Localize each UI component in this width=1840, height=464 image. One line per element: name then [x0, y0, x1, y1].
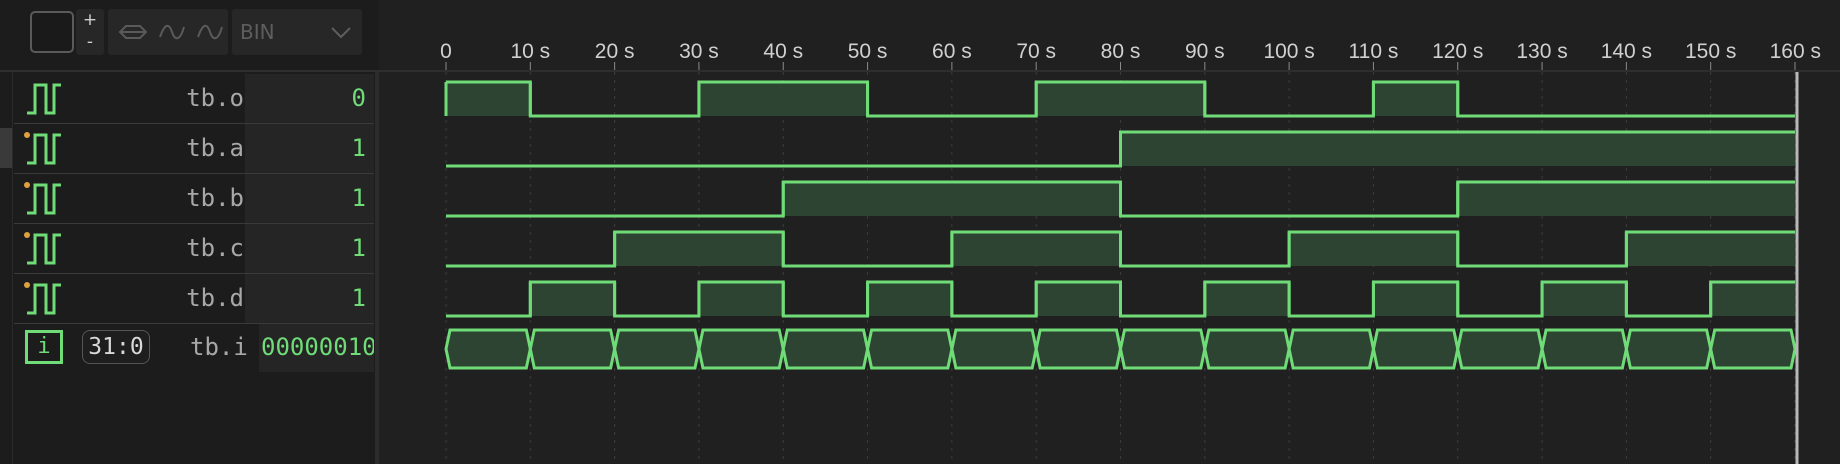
wave-high-fill: [446, 82, 531, 116]
tick-label: 90 s: [1185, 40, 1225, 63]
tick-label: 20 s: [595, 40, 635, 63]
wave-high-fill: [1626, 232, 1795, 266]
bus-segment: [781, 328, 870, 370]
tick-label: 10 s: [510, 40, 550, 63]
tick-label: 140 s: [1601, 40, 1652, 63]
tick-label: 100 s: [1263, 40, 1314, 63]
tick-label: 30 s: [679, 40, 719, 63]
bus-segment: [1287, 328, 1375, 370]
tick-label: 0: [440, 40, 452, 63]
bus-segment: [444, 328, 532, 370]
bus-segment: [1456, 328, 1544, 370]
bus-segment: [1540, 328, 1628, 370]
wave-high-fill: [783, 182, 1121, 216]
wave-high-fill: [698, 82, 868, 116]
tick-label: 150 s: [1685, 40, 1736, 63]
waveform-canvas[interactable]: 0 10 s 20 s 30 s 40 s 50 s 60 s 70 s 80 s 90 s 100…: [0, 0, 1840, 464]
wave-high-fill: [1289, 232, 1458, 266]
tick-label: 40 s: [763, 40, 803, 63]
wave-high-fill: [1120, 132, 1795, 166]
tick-label: 120 s: [1432, 40, 1483, 63]
bus-segment: [613, 328, 701, 370]
wave-high-fill: [1457, 182, 1795, 216]
tick-label: 160 s: [1770, 40, 1821, 63]
bus-segment: [1709, 328, 1797, 370]
wave-high-fill: [698, 282, 784, 316]
wave-high-fill: [614, 232, 784, 266]
bus-segment: [697, 328, 785, 370]
bus-segment: [950, 328, 1038, 370]
bus-segment: [866, 328, 954, 370]
wave-high-fill: [530, 282, 615, 316]
tick-label: 70 s: [1016, 40, 1056, 63]
wave-high-fill: [1373, 282, 1458, 316]
tick-label: 60 s: [932, 40, 972, 63]
wave-high-fill: [1036, 82, 1205, 116]
wave-high-fill: [867, 282, 952, 316]
tick-label: 50 s: [848, 40, 888, 63]
tick-label: 80 s: [1101, 40, 1141, 63]
tick-label: 110 s: [1349, 40, 1399, 63]
wave-high-fill: [1373, 82, 1458, 116]
bus-segment: [1624, 328, 1713, 370]
bus-segment: [1118, 328, 1207, 370]
bus-segment: [528, 328, 617, 370]
wave-high-fill: [1204, 282, 1290, 316]
wave-high-fill: [1542, 282, 1627, 316]
bus-segment: [1203, 328, 1291, 370]
wave-high-fill: [1710, 282, 1795, 316]
tick-label: 130 s: [1516, 40, 1567, 63]
bus-segment: [1371, 328, 1460, 370]
wave-high-fill: [1036, 282, 1121, 316]
wave-high-fill: [951, 232, 1121, 266]
bus-segment: [1034, 328, 1123, 370]
